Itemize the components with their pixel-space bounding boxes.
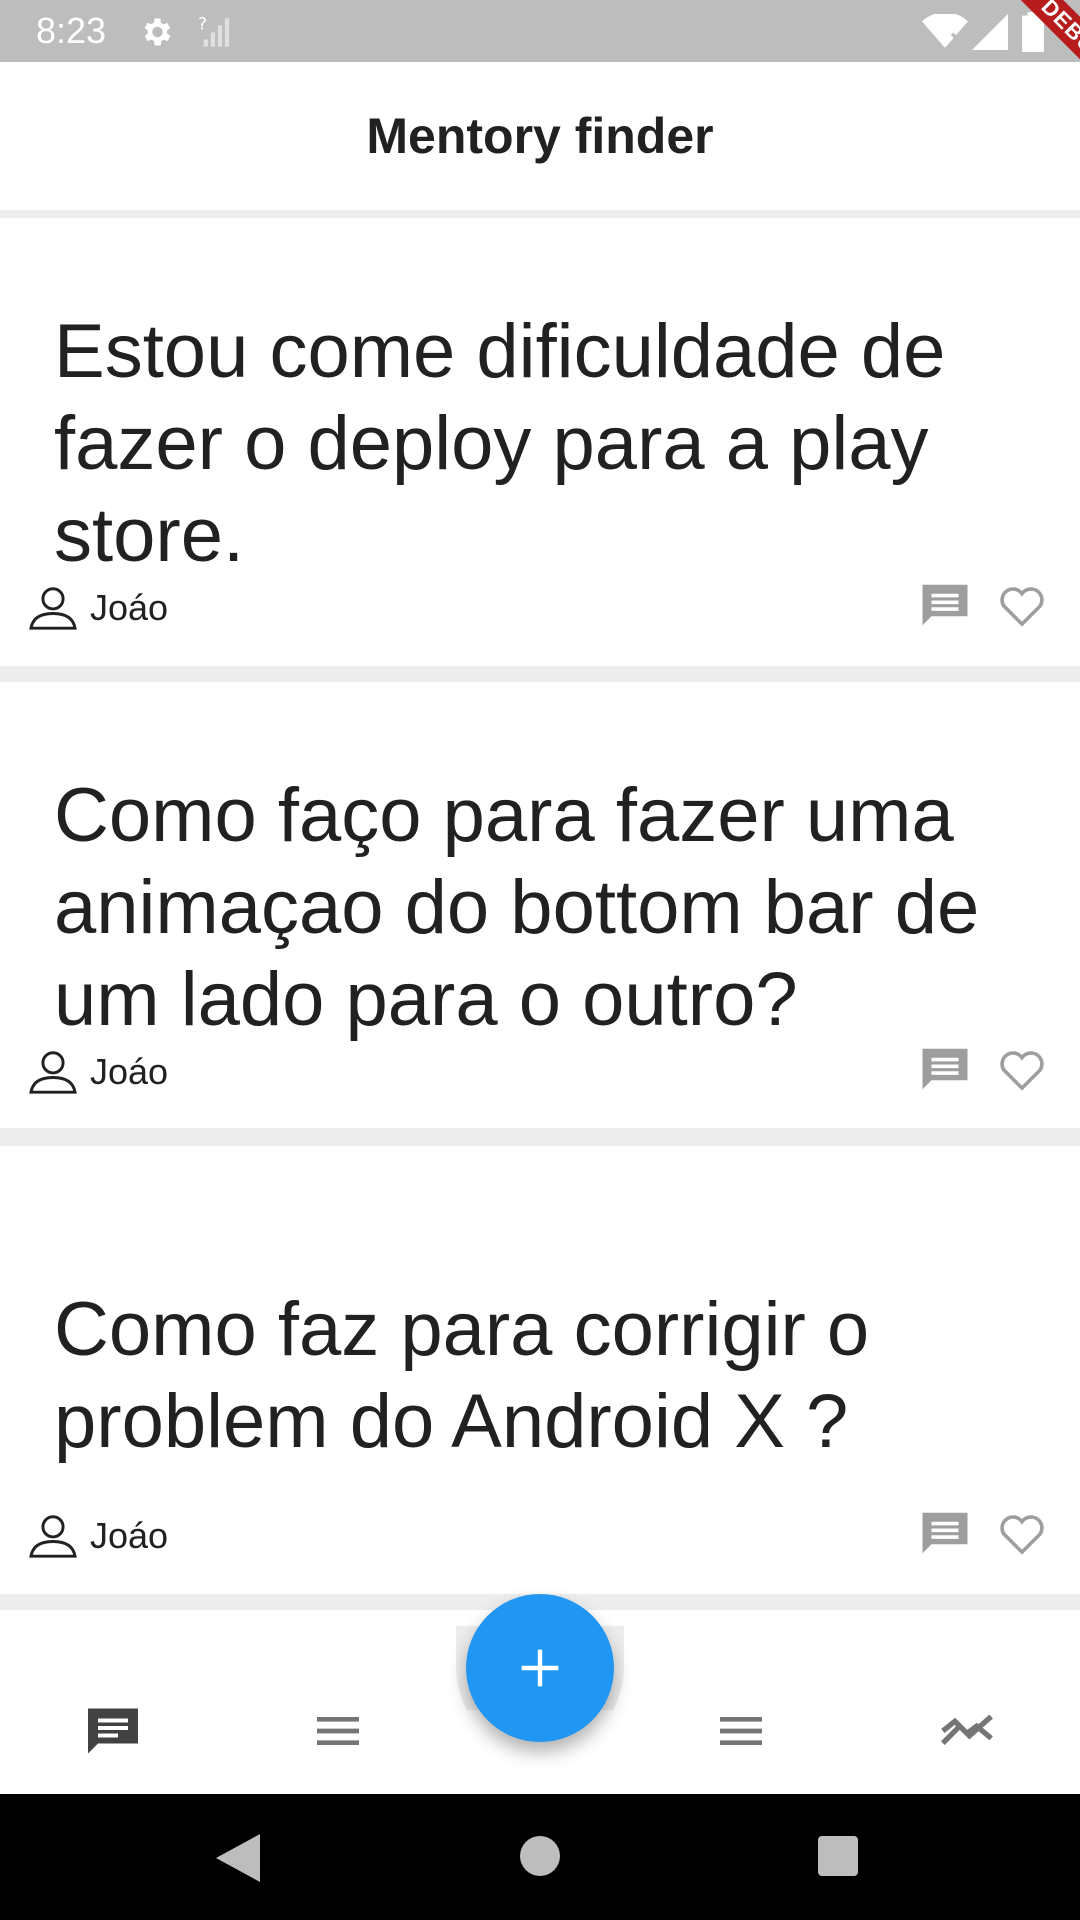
comment-icon[interactable] [918,1042,972,1096]
person-icon [29,1051,77,1094]
system-nav-bar [0,1794,1080,1920]
comment-icon[interactable] [918,1506,972,1560]
recents-icon[interactable] [818,1836,858,1876]
post-author: Joáo [28,1508,168,1564]
post-card[interactable]: Como faz para corrigir o problem do Andr… [0,1146,1080,1594]
home-icon[interactable] [520,1836,560,1876]
person-icon [29,587,77,630]
debug-banner: DEBUG [980,0,1080,100]
post-actions [918,578,1050,632]
heart-icon[interactable] [994,1506,1050,1560]
debug-label: DEBUG [1004,0,1080,100]
add-post-button[interactable] [466,1594,614,1742]
page-title: Mentory finder [366,108,714,164]
trending-icon [940,1714,993,1745]
settings-icon [144,18,171,46]
nav-item-menu-left[interactable] [293,1686,383,1776]
post-text: Como faz para corrigir o problem do Andr… [54,1287,870,1464]
heart-icon[interactable] [994,578,1050,632]
nav-item-menu-right[interactable] [696,1686,786,1776]
author-name: Joáo [90,1051,169,1092]
menu-icon [720,1717,762,1745]
post-author: Joáo [28,580,168,636]
author-name: Joáo [90,587,169,628]
menu-icon [317,1717,359,1745]
post-text: Estou come dificuldade de fazer o deploy… [54,309,946,578]
chat-icon [88,1708,138,1754]
nav-item-chat[interactable] [68,1686,158,1776]
person-icon [29,1515,77,1558]
status-bar: 8:23 ? [0,0,1080,62]
nav-item-trending[interactable] [922,1686,1012,1776]
post-card[interactable]: Como faço para fazer uma animaçao do bot… [0,682,1080,1128]
wifi-icon [922,14,968,48]
heart-icon[interactable] [994,1042,1050,1096]
app-bar: Mentory finder [0,62,1080,210]
post-author: Joáo [28,1044,168,1100]
svg-text:?: ? [198,15,207,35]
add-icon [521,1649,559,1687]
post-card[interactable]: Estou come dificuldade de fazer o deploy… [0,218,1080,666]
post-text: Como faço para fazer uma animaçao do bot… [54,773,980,1042]
author-name: Joáo [90,1515,169,1556]
post-actions [918,1042,1050,1096]
comment-icon[interactable] [918,578,972,632]
back-icon[interactable] [216,1834,260,1882]
post-actions [918,1506,1050,1560]
status-time: 8:23 [36,10,107,51]
no-signal-icon: ? [198,15,230,47]
